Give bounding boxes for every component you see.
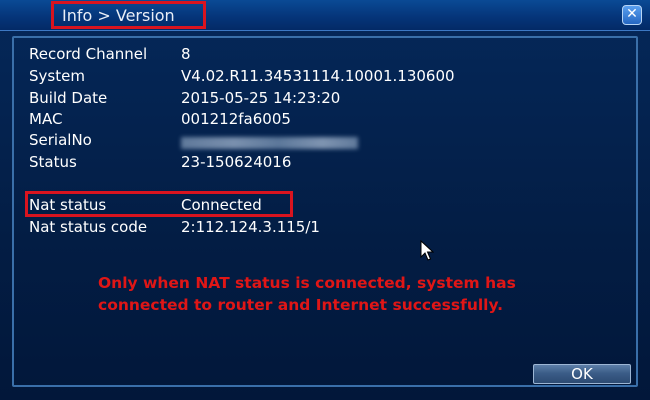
- title-highlight-box: [51, 1, 206, 29]
- version-info-window: Info > Version ✕ Record Channel 8 System…: [0, 0, 650, 400]
- build-date-label: Build Date: [29, 89, 108, 107]
- mouse-cursor-icon: [420, 240, 434, 261]
- serial-no-label: SerialNo: [29, 131, 92, 149]
- build-date-value: 2015-05-25 14:23:20: [181, 89, 341, 107]
- nat-status-code-value: 2:112.124.3.115/1: [181, 218, 320, 236]
- close-icon[interactable]: ✕: [622, 5, 642, 25]
- nat-status-highlight-box: [25, 191, 293, 217]
- titlebar: Info > Version ✕: [0, 0, 650, 31]
- note-line-1: Only when NAT status is connected, syste…: [98, 274, 516, 292]
- note-line-2: connected to router and Internet success…: [98, 296, 504, 314]
- mac-label: MAC: [29, 110, 63, 128]
- mac-value: 001212fa6005: [181, 110, 291, 128]
- nat-explanation-note: Only when NAT status is connected, syste…: [98, 272, 608, 316]
- serial-no-value-blurred: [181, 137, 358, 149]
- status-label: Status: [29, 153, 77, 171]
- system-value: V4.02.R11.34531114.10001.130600: [181, 67, 455, 85]
- record-channel-value: 8: [181, 45, 191, 63]
- status-value: 23-150624016: [181, 153, 292, 171]
- record-channel-label: Record Channel: [29, 45, 148, 63]
- ok-button[interactable]: OK: [533, 364, 631, 384]
- system-label: System: [29, 67, 85, 85]
- nat-status-code-label: Nat status code: [29, 218, 148, 236]
